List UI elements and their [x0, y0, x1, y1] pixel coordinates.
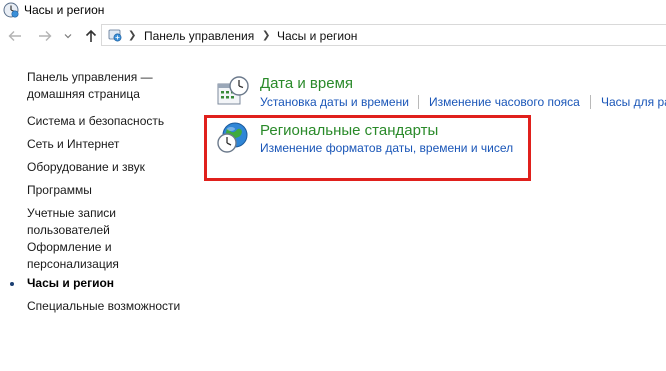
sidebar-item-control-panel-home[interactable]: Панель управления — домашняя страница: [27, 69, 153, 103]
forward-arrow-icon[interactable]: [36, 27, 54, 45]
breadcrumb-separator-icon[interactable]: ❯: [262, 30, 270, 41]
link-set-date-time[interactable]: Установка даты и времени: [260, 95, 409, 109]
sidebar-item-ease-of-access[interactable]: Специальные возможности: [27, 298, 180, 315]
sidebar-item-network-internet[interactable]: Сеть и Интернет: [27, 136, 119, 153]
link-divider: [590, 95, 591, 109]
address-bar[interactable]: ❯ Панель управления ❯ Часы и регион: [101, 24, 666, 46]
sidebar-item-hardware-sound[interactable]: Оборудование и звук: [27, 159, 145, 176]
active-item-bullet-icon: [10, 282, 14, 286]
link-divider: [418, 95, 419, 109]
sidebar-item-programs[interactable]: Программы: [27, 182, 92, 199]
navigation-bar: ❯ Панель управления ❯ Часы и регион: [0, 24, 666, 48]
sidebar-item-appearance[interactable]: Оформление и персонализация: [27, 239, 119, 273]
sidebar-item-clock-region[interactable]: Часы и регион: [27, 275, 114, 292]
title-bar: Часы и регион: [0, 0, 666, 22]
sidebar-item-label: персонализация: [27, 257, 119, 271]
up-arrow-icon[interactable]: [82, 27, 100, 45]
breadcrumb-control-panel[interactable]: Панель управления: [144, 29, 254, 43]
link-clocks-different-zones[interactable]: Часы для ра: [601, 95, 666, 109]
sidebar-item-label: пользователей: [27, 223, 110, 237]
sidebar-item-label: Оформление и: [27, 240, 112, 254]
back-arrow-icon[interactable]: [6, 27, 24, 45]
breadcrumb-separator-icon[interactable]: ❯: [128, 30, 136, 41]
sidebar-item-label: Панель управления —: [27, 70, 153, 84]
sidebar-item-label: домашняя страница: [27, 87, 140, 101]
control-panel-icon: [107, 27, 123, 43]
recent-locations-chevron-icon[interactable]: [62, 27, 74, 45]
clock-globe-app-icon: [3, 2, 19, 18]
category-title-date-time[interactable]: Дата и время: [260, 75, 353, 92]
breadcrumb-clock-region[interactable]: Часы и регион: [277, 29, 357, 43]
sidebar-item-system-security[interactable]: Система и безопасность: [27, 113, 164, 130]
link-change-time-zone[interactable]: Изменение часового пояса: [429, 95, 580, 109]
highlight-box: [204, 115, 531, 181]
window-title: Часы и регион: [24, 3, 105, 17]
sidebar-item-label: Учетные записи: [27, 206, 116, 220]
calendar-clock-icon[interactable]: [216, 75, 250, 109]
sidebar-item-user-accounts[interactable]: Учетные записи пользователей: [27, 205, 116, 239]
